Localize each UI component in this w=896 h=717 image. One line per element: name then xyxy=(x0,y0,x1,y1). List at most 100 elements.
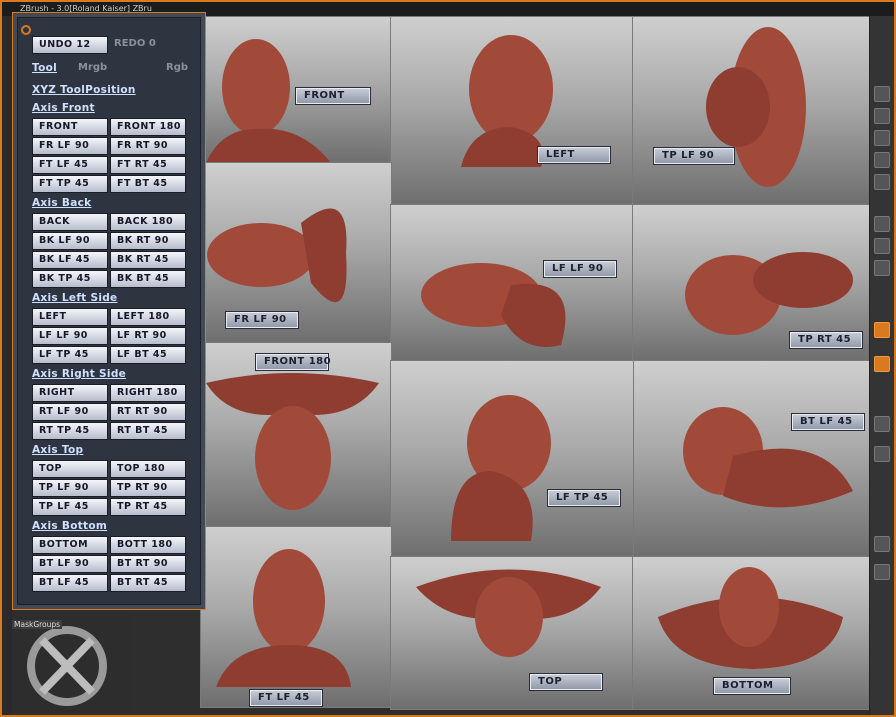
view-left: LEFT xyxy=(390,16,634,206)
axis-button[interactable]: RT LF 90 xyxy=(32,403,108,421)
axis-button[interactable]: BT LF 90 xyxy=(32,555,108,573)
left-shelf xyxy=(2,16,12,715)
palette-title: XYZ ToolPosition xyxy=(32,84,136,96)
head-left xyxy=(461,35,553,167)
axis-button[interactable]: RIGHT 180 xyxy=(110,384,186,402)
shelf-icon-2[interactable] xyxy=(874,108,890,124)
axis-button[interactable]: FT TP 45 xyxy=(32,175,108,193)
view-tp-lf-90: TP LF 90 xyxy=(632,16,876,206)
axis-button[interactable]: BK RT 90 xyxy=(110,232,186,250)
maskgroups-label: MaskGroups xyxy=(12,620,63,629)
axis-button[interactable]: LEFT xyxy=(32,308,108,326)
axis-button[interactable]: TP LF 90 xyxy=(32,479,108,497)
axis-button[interactable]: FRONT 180 xyxy=(110,118,186,136)
view-label-tp-lf-90[interactable]: TP LF 90 xyxy=(653,147,735,165)
axis-button[interactable]: LF BT 45 xyxy=(110,346,186,364)
view-label-lf-lf-90[interactable]: LF LF 90 xyxy=(543,260,617,278)
view-label-bottom[interactable]: BOTTOM xyxy=(713,677,791,695)
shelf-icon-4[interactable] xyxy=(874,152,890,168)
shelf-icon-10[interactable] xyxy=(874,356,890,372)
axis-button[interactable]: TOP 180 xyxy=(110,460,186,478)
rgb-toggle[interactable]: Rgb xyxy=(166,62,188,73)
axis-button[interactable]: BT RT 90 xyxy=(110,555,186,573)
redo-button[interactable]: REDO 0 xyxy=(114,38,156,49)
axis-button[interactable]: TP LF 45 xyxy=(32,498,108,516)
view-label-front-180[interactable]: FRONT 180 xyxy=(255,353,331,371)
axis-button[interactable]: TOP xyxy=(32,460,108,478)
head-lf-lf-90 xyxy=(421,263,566,347)
palette-inner: UNDO 12 REDO 0 Tool Mrgb Rgb XYZ ToolPos… xyxy=(17,17,201,605)
shelf-icon-7[interactable] xyxy=(874,238,890,254)
axis-button[interactable]: BACK xyxy=(32,213,108,231)
head-tp-lf-90 xyxy=(706,27,806,187)
view-label-top[interactable]: TOP xyxy=(529,673,603,691)
axis-button[interactable]: FT RT 45 xyxy=(110,156,186,174)
axis-button[interactable]: FT BT 45 xyxy=(110,175,186,193)
tool-palette: UNDO 12 REDO 0 Tool Mrgb Rgb XYZ ToolPos… xyxy=(12,12,206,610)
view-top: TOP xyxy=(390,556,634,710)
palette-expand-icon[interactable] xyxy=(20,24,32,36)
view-label-bt-lf-45[interactable]: BT LF 45 xyxy=(791,413,865,431)
view-lf-tp-45: LF TP 45 xyxy=(390,360,634,558)
view-bt-lf-45: BT LF 45 xyxy=(632,360,876,558)
undo-button[interactable]: UNDO 12 xyxy=(32,36,108,54)
shelf-icon-1[interactable] xyxy=(874,86,890,102)
section-heading[interactable]: Axis Bottom xyxy=(32,520,107,532)
axis-button[interactable]: LEFT 180 xyxy=(110,308,186,326)
axis-button[interactable]: BOTTOM xyxy=(32,536,108,554)
section-heading[interactable]: Axis Top xyxy=(32,444,83,456)
shelf-icon-13[interactable] xyxy=(874,536,890,552)
axis-button[interactable]: LF RT 90 xyxy=(110,327,186,345)
axis-button[interactable]: LF TP 45 xyxy=(32,346,108,364)
axis-button[interactable]: FR RT 90 xyxy=(110,137,186,155)
shelf-icon-9[interactable] xyxy=(874,322,890,338)
view-label-fr-lf-90[interactable]: FR LF 90 xyxy=(225,311,299,329)
section-heading[interactable]: Axis Back xyxy=(32,197,91,209)
view-bottom: BOTTOM xyxy=(632,556,876,710)
axis-button[interactable]: RT TP 45 xyxy=(32,422,108,440)
head-lf-tp-45 xyxy=(451,395,551,541)
axis-button[interactable]: BK RT 45 xyxy=(110,251,186,269)
axis-button[interactable]: RIGHT xyxy=(32,384,108,402)
axis-button[interactable]: BK TP 45 xyxy=(32,270,108,288)
mrgb-toggle[interactable]: Mrgb xyxy=(78,62,107,73)
shelf-icon-14[interactable] xyxy=(874,564,890,580)
axis-button[interactable]: FR LF 90 xyxy=(32,137,108,155)
axis-button[interactable]: BK BT 45 xyxy=(110,270,186,288)
shelf-icon-11[interactable] xyxy=(874,416,890,432)
shelf-icon-5[interactable] xyxy=(874,174,890,190)
tool-menu[interactable]: Tool xyxy=(32,62,57,74)
shelf-icon-8[interactable] xyxy=(874,260,890,276)
axis-button[interactable]: TP RT 45 xyxy=(110,498,186,516)
axis-button[interactable]: TP RT 90 xyxy=(110,479,186,497)
axis-button[interactable]: RT BT 45 xyxy=(110,422,186,440)
view-fr-lf-90: FR LF 90 xyxy=(200,162,392,344)
view-label-front[interactable]: FRONT xyxy=(295,87,371,105)
zbrush-window: ZBrush - 3.0[Roland Kaiser] ZBru FRONT L… xyxy=(0,0,896,717)
view-label-lf-tp-45[interactable]: LF TP 45 xyxy=(547,489,621,507)
axis-button[interactable]: BT LF 45 xyxy=(32,574,108,592)
section-heading[interactable]: Axis Left Side xyxy=(32,292,117,304)
axis-button[interactable]: BOTT 180 xyxy=(110,536,186,554)
section-heading[interactable]: Axis Right Side xyxy=(32,368,126,380)
shelf-icon-3[interactable] xyxy=(874,130,890,146)
axis-button[interactable]: BACK 180 xyxy=(110,213,186,231)
head-bt-lf-45 xyxy=(683,407,853,508)
view-label-left[interactable]: LEFT xyxy=(537,146,611,164)
axis-button[interactable]: BK LF 45 xyxy=(32,251,108,269)
view-front: FRONT xyxy=(200,16,392,164)
view-lf-lf-90: LF LF 90 xyxy=(390,204,634,362)
axis-button[interactable]: FT LF 45 xyxy=(32,156,108,174)
shelf-icon-12[interactable] xyxy=(874,446,890,462)
axis-button[interactable]: BK LF 90 xyxy=(32,232,108,250)
head-ft-lf-45 xyxy=(216,549,351,687)
view-tp-rt-45: TP RT 45 xyxy=(632,204,876,362)
axis-button[interactable]: LF LF 90 xyxy=(32,327,108,345)
axis-button[interactable]: FRONT xyxy=(32,118,108,136)
view-label-tp-rt-45[interactable]: TP RT 45 xyxy=(789,331,863,349)
shelf-icon-6[interactable] xyxy=(874,216,890,232)
view-label-ft-lf-45[interactable]: FT LF 45 xyxy=(249,689,323,707)
section-heading[interactable]: Axis Front xyxy=(32,102,95,114)
axis-button[interactable]: RT RT 90 xyxy=(110,403,186,421)
axis-button[interactable]: BT RT 45 xyxy=(110,574,186,592)
